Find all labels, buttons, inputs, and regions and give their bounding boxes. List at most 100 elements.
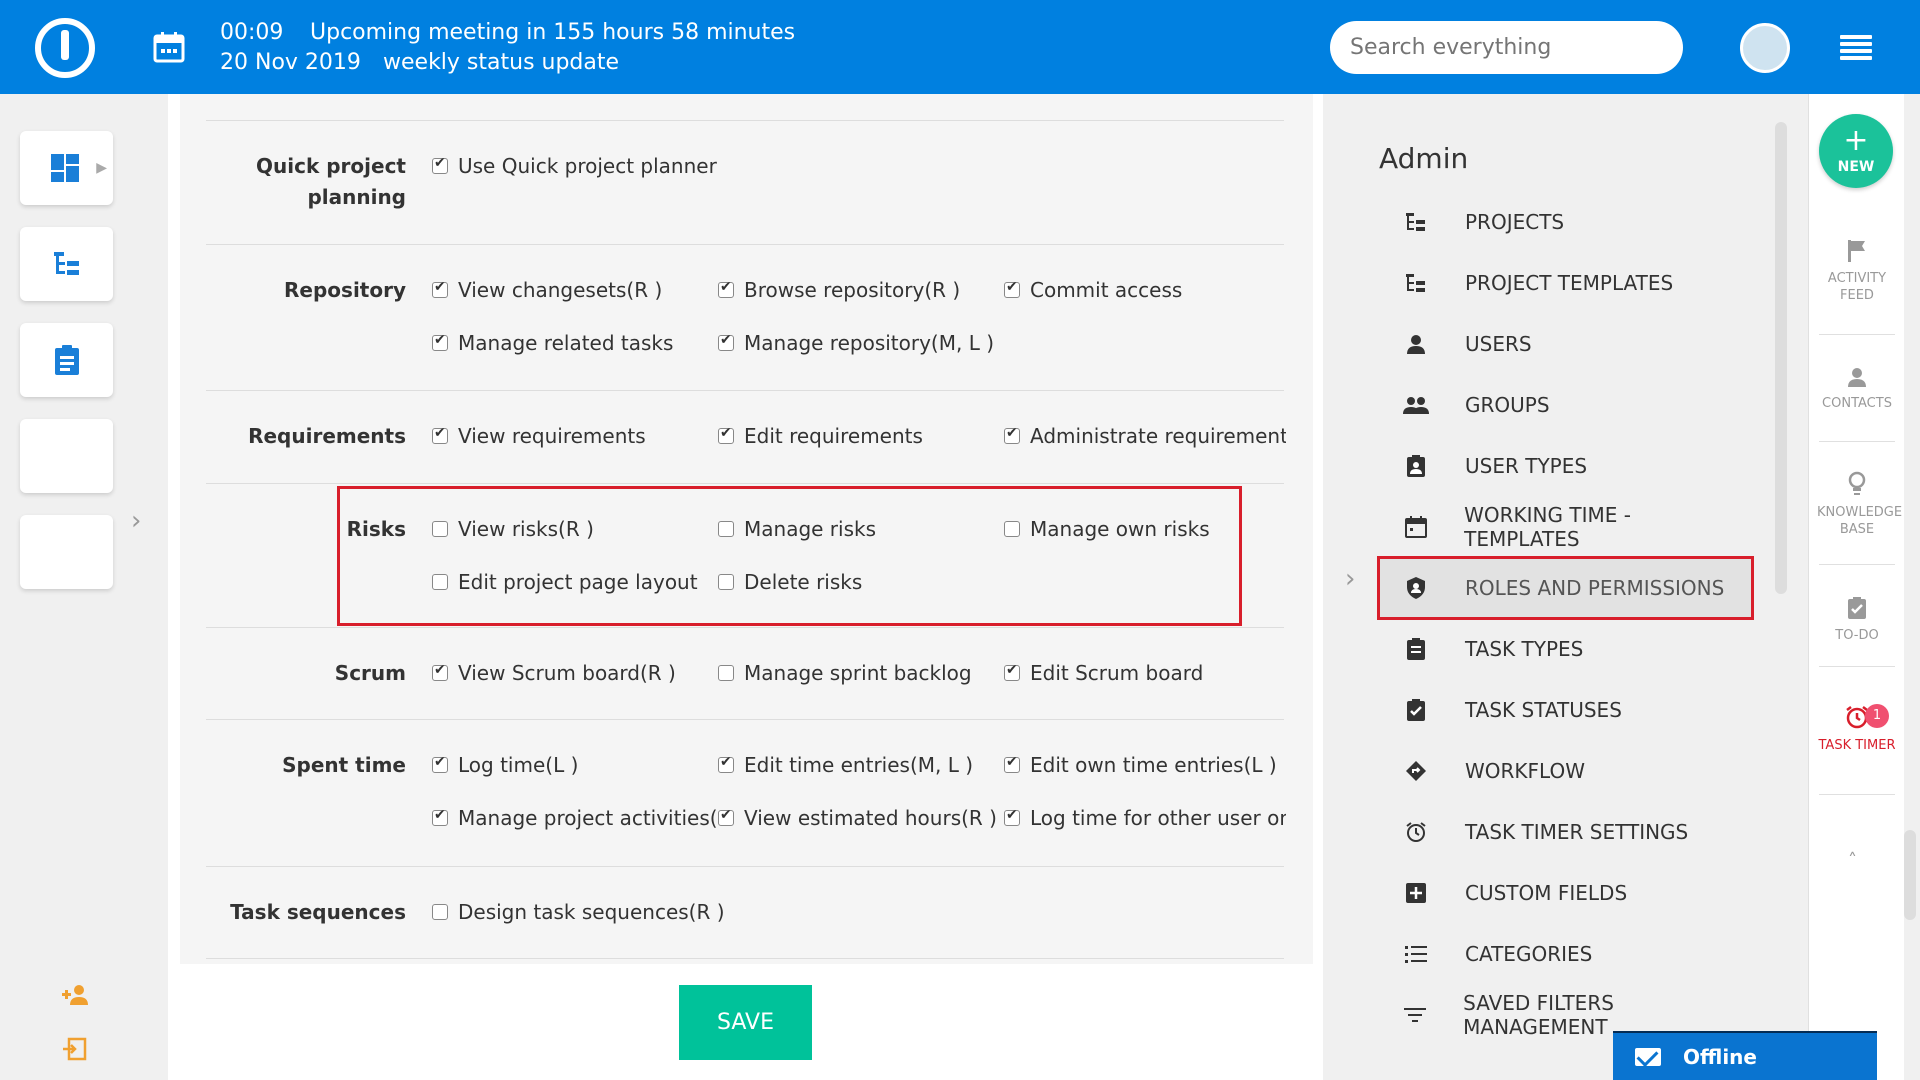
section-spent-time: Spent time Log time(L ) Edit time entrie… [206,719,1286,866]
dashboard-icon [50,154,79,182]
clipboard-icon [1403,636,1429,662]
permission-checkbox[interactable]: Design task sequences(R ) [432,900,725,924]
permission-checkbox[interactable]: View estimated hours(R ) [718,806,997,830]
permission-checkbox[interactable]: Manage related tasks [432,331,673,355]
chat-offline-widget[interactable]: Offline [1613,1031,1877,1080]
hamburger-menu-icon[interactable] [1840,35,1872,61]
admin-item-saved-filters-management[interactable]: SAVED FILTERS MANAGEMENT [1403,991,1743,1039]
risks-highlight-box [337,486,1242,626]
shield-icon [1403,575,1429,601]
clipboard-check-icon [1403,697,1429,723]
app-logo[interactable] [35,18,95,78]
permission-checkbox[interactable]: Manage sprint backlog [718,661,972,685]
task-timer-button[interactable]: 1 TASK TIMER [1809,704,1905,754]
section-scrum: Scrum View Scrum board(R ) Manage sprint… [206,627,1284,719]
meeting-countdown: Upcoming meeting in 155 hours 58 minutes [310,20,796,45]
permission-checkbox[interactable]: View requirements [432,424,646,448]
right-scrollbar[interactable] [1904,830,1916,920]
permission-checkbox[interactable]: Edit Scrum board [1004,661,1203,685]
workflow-icon [1403,758,1429,784]
new-button[interactable]: + NEW [1819,114,1893,188]
permission-checkbox[interactable]: Use Quick project planner [432,154,717,178]
expand-arrow-icon: ▶ [96,160,107,176]
admin-title: Admin [1379,142,1469,175]
admin-item-task-types[interactable]: TASK TYPES [1403,629,1743,669]
project-tree-icon [53,252,79,275]
admin-item-task-statuses[interactable]: TASK STATUSES [1403,690,1743,730]
admin-item-custom-fields[interactable]: CUSTOM FIELDS [1403,873,1743,913]
permission-checkbox[interactable]: Commit access [1004,278,1182,302]
user-icon [1403,331,1429,357]
top-bar: 00:09 Upcoming meeting in 155 hours 58 m… [0,0,1920,94]
section-label: Requirements [248,424,406,448]
empty-card[interactable] [20,419,113,493]
contacts-button[interactable]: CONTACTS [1809,366,1905,412]
permission-checkbox[interactable]: Administrate requirements [1004,424,1286,448]
meeting-name: weekly status update [383,50,620,75]
dashboard-card[interactable]: ▶ [20,131,113,205]
admin-item-users[interactable]: USERS [1403,324,1743,364]
permission-checkbox[interactable]: Edit time entries(M, L ) [718,753,973,777]
filter-icon [1403,1002,1427,1028]
section-repository: Repository View changesets(R ) Browse re… [206,244,1284,390]
alarm-icon [1403,819,1429,845]
calendar-icon[interactable] [153,31,185,63]
permission-checkbox[interactable]: Manage repository(M, L ) [718,331,994,355]
section-requirements: Requirements View requirements Edit requ… [206,390,1286,483]
flag-icon [1809,239,1905,264]
projects-card[interactable] [20,227,113,301]
knowledge-base-button[interactable]: KNOWLEDGE BASE [1809,471,1905,538]
user-avatar[interactable] [1740,23,1790,73]
admin-item-projects[interactable]: PROJECTS [1403,202,1743,242]
permission-checkbox[interactable]: Edit requirements [718,424,923,448]
add-user-icon[interactable] [62,984,90,1012]
section-quick-project-planning: Quick project planning Use Quick project… [206,120,1284,244]
section-task-sequences: Task sequences Design task sequences(R ) [206,866,1284,959]
admin-item-project-templates[interactable]: PROJECT TEMPLATES [1403,263,1743,303]
permission-checkbox[interactable]: Manage project activities(M [432,806,717,830]
main-content: Quick project planning Use Quick project… [168,94,1323,1080]
tasks-card[interactable] [20,323,113,397]
notification-badge: 1 [1865,704,1889,728]
save-button[interactable]: SAVE [679,985,812,1060]
activity-feed-button[interactable]: ACTIVITY FEED [1809,239,1905,304]
badge-icon [1403,453,1429,479]
search-input[interactable] [1330,21,1683,74]
permissions-panel: Quick project planning Use Quick project… [180,94,1313,964]
alarm-icon [1809,704,1905,731]
section-label: Scrum [334,661,406,685]
contact-icon [1809,366,1905,389]
admin-item-working-time-templates[interactable]: WORKING TIME - TEMPLATES [1403,503,1743,551]
admin-scrollbar[interactable] [1775,122,1787,594]
lightbulb-icon [1809,471,1905,498]
left-rail: ▶ › [0,94,168,1080]
permission-checkbox[interactable]: Log time for other user on : [1004,806,1286,830]
to-do-button[interactable]: TO-DO [1809,596,1905,644]
permission-checkbox[interactable]: Browse repository(R ) [718,278,960,302]
clipboard-icon [54,345,79,375]
chevron-up-icon[interactable]: ˄ [1848,850,1857,871]
section-label: Task sequences [230,900,406,924]
project-tree-icon [1403,270,1429,296]
permission-checkbox[interactable]: View changesets(R ) [432,278,662,302]
chevron-right-icon[interactable]: › [131,506,141,536]
admin-item-task-timer-settings[interactable]: TASK TIMER SETTINGS [1403,812,1743,852]
admin-item-user-types[interactable]: USER TYPES [1403,446,1743,486]
section-label: Quick project planning [256,154,406,209]
admin-item-roles-and-permissions[interactable]: ROLES AND PERMISSIONS [1403,568,1743,608]
clipboard-check-icon [1809,596,1905,621]
admin-item-workflow[interactable]: WORKFLOW [1403,751,1743,791]
admin-item-categories[interactable]: CATEGORIES [1403,934,1743,974]
chevron-right-icon[interactable]: › [1345,564,1355,594]
permission-checkbox[interactable]: Edit own time entries(L ) [1004,753,1277,777]
envelope-icon [1635,1047,1661,1066]
empty-card[interactable] [20,515,113,589]
permission-checkbox[interactable]: Log time(L ) [432,753,578,777]
admin-sidebar: Admin › PROJECTS PROJECT TEMPLATES USERS… [1323,94,1808,1080]
group-icon [1403,392,1429,418]
upcoming-meeting[interactable]: 00:09 Upcoming meeting in 155 hours 58 m… [220,18,795,78]
logout-icon[interactable] [63,1037,87,1067]
list-icon [1403,941,1429,967]
admin-item-groups[interactable]: GROUPS [1403,385,1743,425]
permission-checkbox[interactable]: View Scrum board(R ) [432,661,676,685]
